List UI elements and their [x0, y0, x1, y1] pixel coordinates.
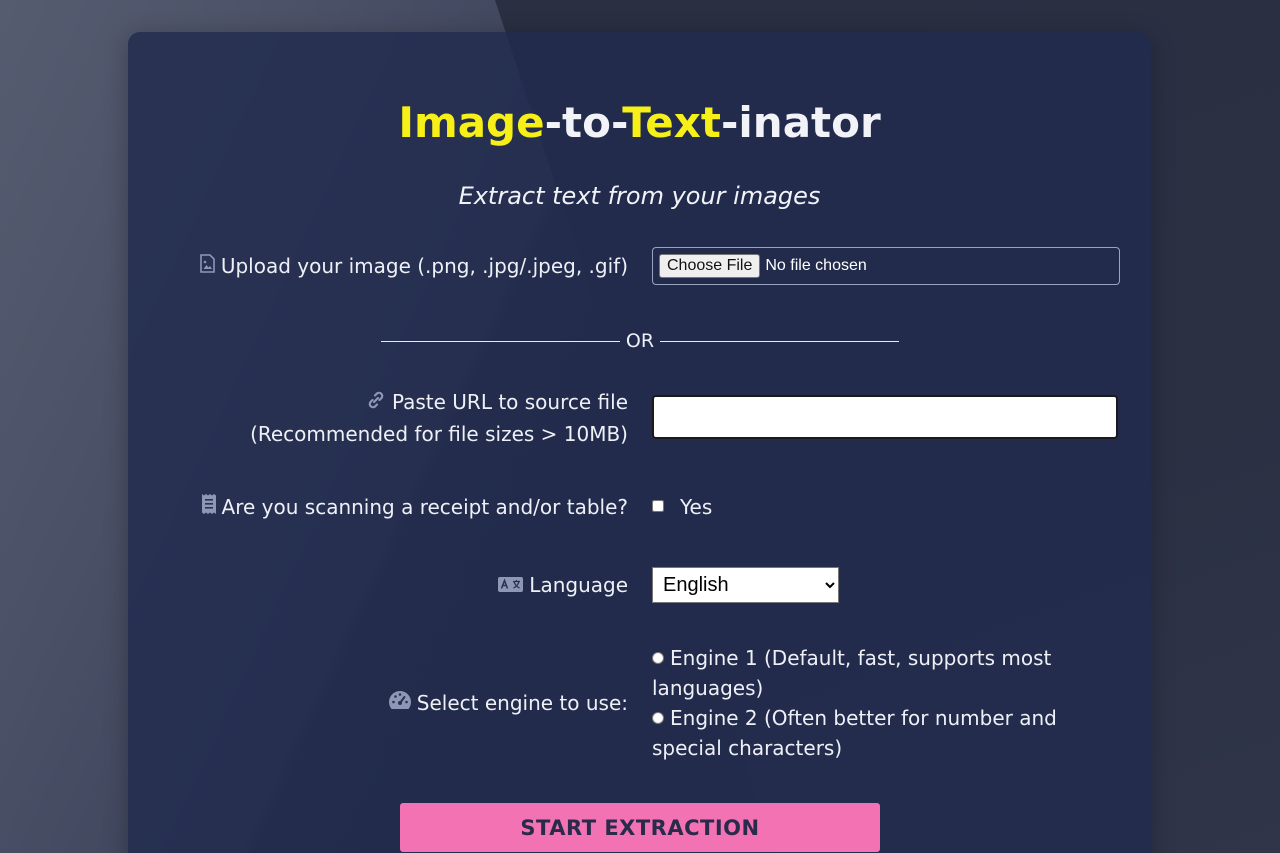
- engine-2-label[interactable]: Engine 2 (Often better for number and sp…: [652, 706, 1057, 760]
- title-text-word: Text: [622, 98, 721, 147]
- link-icon: [366, 389, 386, 419]
- url-label-line1: Paste URL to source file: [391, 390, 628, 414]
- receipt-label: Are you scanning a receipt and/or table?: [201, 492, 628, 524]
- title-to-word: -to-: [544, 98, 623, 147]
- page-subtitle: Extract text from your images: [458, 182, 821, 210]
- url-input[interactable]: [652, 395, 1118, 439]
- engine-option-2: Engine 2 (Often better for number and sp…: [652, 703, 1082, 763]
- or-separator: OR: [381, 328, 900, 354]
- engine-option-1: Engine 1 (Default, fast, supports most l…: [652, 643, 1082, 703]
- title-image-word: Image: [398, 98, 545, 147]
- or-text: OR: [625, 330, 655, 352]
- receipt-checkbox[interactable]: [652, 500, 664, 512]
- url-label: Paste URL to source file (Recommended fo…: [250, 387, 628, 449]
- file-image-icon: [200, 253, 215, 283]
- engine-1-label[interactable]: Engine 1 (Default, fast, supports most l…: [652, 646, 1051, 700]
- start-extraction-button[interactable]: START EXTRACTION: [400, 803, 880, 852]
- file-upload-input[interactable]: Choose File No file chosen: [652, 247, 1120, 285]
- language-label-text: Language: [529, 573, 628, 597]
- engine-label-text: Select engine to use:: [416, 691, 628, 715]
- engine-1-radio[interactable]: [652, 652, 664, 664]
- page-title: Image-to-Text-inator: [128, 98, 1151, 147]
- title-inator-word: -inator: [720, 98, 881, 147]
- engine-options: Engine 1 (Default, fast, supports most l…: [652, 643, 1082, 763]
- file-status-text: No file chosen: [765, 257, 867, 274]
- engine-label: Select engine to use:: [388, 688, 628, 720]
- receipt-yes-label[interactable]: Yes: [680, 492, 712, 522]
- language-select[interactable]: English: [652, 567, 839, 603]
- receipt-icon: [201, 494, 216, 524]
- receipt-label-text: Are you scanning a receipt and/or table?: [221, 495, 628, 519]
- separator-line-left: [381, 340, 620, 342]
- engine-2-radio[interactable]: [652, 712, 664, 724]
- url-label-line2: (Recommended for file sizes > 10MB): [250, 422, 628, 446]
- separator-line-right: [660, 340, 900, 342]
- choose-file-button[interactable]: Choose File: [659, 254, 761, 278]
- language-label: Language: [498, 570, 628, 602]
- language-icon: [498, 572, 524, 602]
- upload-label-text: Upload your image (.png, .jpg/.jpeg, .gi…: [220, 254, 628, 278]
- gauge-icon: [388, 690, 411, 720]
- upload-label: Upload your image (.png, .jpg/.jpeg, .gi…: [200, 251, 628, 283]
